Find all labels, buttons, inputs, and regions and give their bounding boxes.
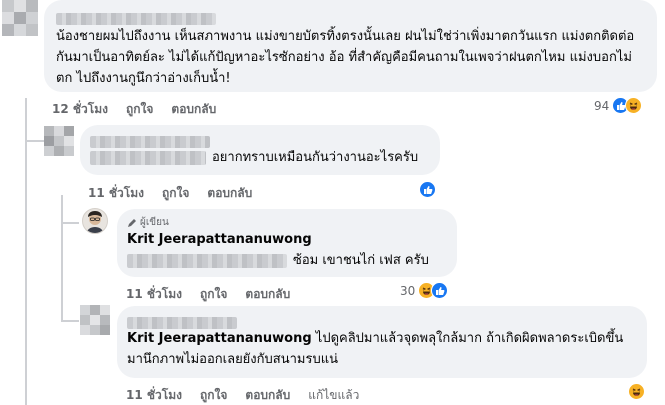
reaction-summary[interactable]: 30 xyxy=(400,282,449,299)
like-button[interactable]: ถูกใจ xyxy=(200,285,227,304)
like-icon xyxy=(419,181,436,198)
like-button[interactable]: ถูกใจ xyxy=(200,386,227,405)
avatar[interactable] xyxy=(2,0,38,36)
reply-button[interactable]: ตอบกลับ xyxy=(171,100,216,119)
comment-time[interactable]: 12 ชั่วโมง xyxy=(52,100,108,119)
author-name-redacted xyxy=(127,312,637,329)
thread-line xyxy=(61,195,63,320)
author-name[interactable]: Krit Jeerapattananuwong xyxy=(127,230,447,250)
comment-bubble: Krit Jeerapattananuwong ไปดูคลิปมาแล้วจุ… xyxy=(117,306,647,378)
comment-time[interactable]: 11 ชั่วโมง xyxy=(126,285,182,304)
comment-time[interactable]: 11 ชั่วโมง xyxy=(126,386,182,405)
avatar[interactable] xyxy=(80,305,110,335)
comment-actions: 11 ชั่วโมง ถูกใจ ตอบกลับ แก้ไขแล้ว xyxy=(126,386,359,405)
reaction-count: 94 xyxy=(594,98,610,113)
reply-button[interactable]: ตอบกลับ xyxy=(245,285,290,304)
reply-button[interactable]: ตอบกลับ xyxy=(207,184,252,203)
comment-text: น้องชายผมไปถึงงาน เห็นสภาพงาน แม่งขายบัต… xyxy=(56,29,635,86)
comment-actions: 12 ชั่วโมง ถูกใจ ตอบกลับ xyxy=(52,100,216,119)
comment-actions: 11 ชั่วโมง ถูกใจ ตอบกลับ xyxy=(126,285,290,304)
author-name-redacted xyxy=(90,131,430,148)
thread-line xyxy=(61,222,79,224)
author-badge: ผู้เขียน xyxy=(127,215,447,230)
pen-icon xyxy=(128,218,136,227)
comment-bubble: ผู้เขียน Krit Jeerapattananuwong ซ้อม เข… xyxy=(117,209,457,277)
author-avatar[interactable] xyxy=(82,208,108,234)
edited-label: แก้ไขแล้ว xyxy=(308,388,360,402)
haha-icon xyxy=(628,383,645,400)
avatar[interactable] xyxy=(44,126,74,156)
comment-actions: 11 ชั่วโมง ถูกใจ ตอบกลับ xyxy=(88,184,252,203)
reaction-summary[interactable] xyxy=(628,383,645,400)
thread-line xyxy=(25,140,45,142)
reply-button[interactable]: ตอบกลับ xyxy=(245,386,290,405)
comment-text: ซ้อม เขาชนไก่ เฟส ครับ xyxy=(293,253,429,268)
author-badge-label: ผู้เขียน xyxy=(140,217,169,228)
mention-redacted xyxy=(90,150,206,165)
mention-redacted xyxy=(127,253,287,268)
thread-line xyxy=(25,98,27,405)
like-icon xyxy=(431,282,449,299)
comment-text: อยากทราบเหมือนกันว่างานอะไรครับ xyxy=(212,150,419,165)
reaction-summary[interactable] xyxy=(419,181,436,198)
mention-link[interactable]: Krit Jeerapattananuwong xyxy=(127,331,312,346)
comment-bubble: อยากทราบเหมือนกันว่างานอะไรครับ xyxy=(80,125,440,175)
thread-line xyxy=(61,320,79,322)
comment-bubble: น้องชายผมไปถึงงาน เห็นสภาพงาน แม่งขายบัต… xyxy=(44,0,657,92)
like-button[interactable]: ถูกใจ xyxy=(162,184,189,203)
comment-time[interactable]: 11 ชั่วโมง xyxy=(88,184,144,203)
like-button[interactable]: ถูกใจ xyxy=(126,100,153,119)
haha-icon xyxy=(625,97,643,114)
reaction-summary[interactable]: 94 xyxy=(594,97,643,114)
author-name-redacted xyxy=(56,8,645,25)
reaction-count: 30 xyxy=(400,283,416,298)
